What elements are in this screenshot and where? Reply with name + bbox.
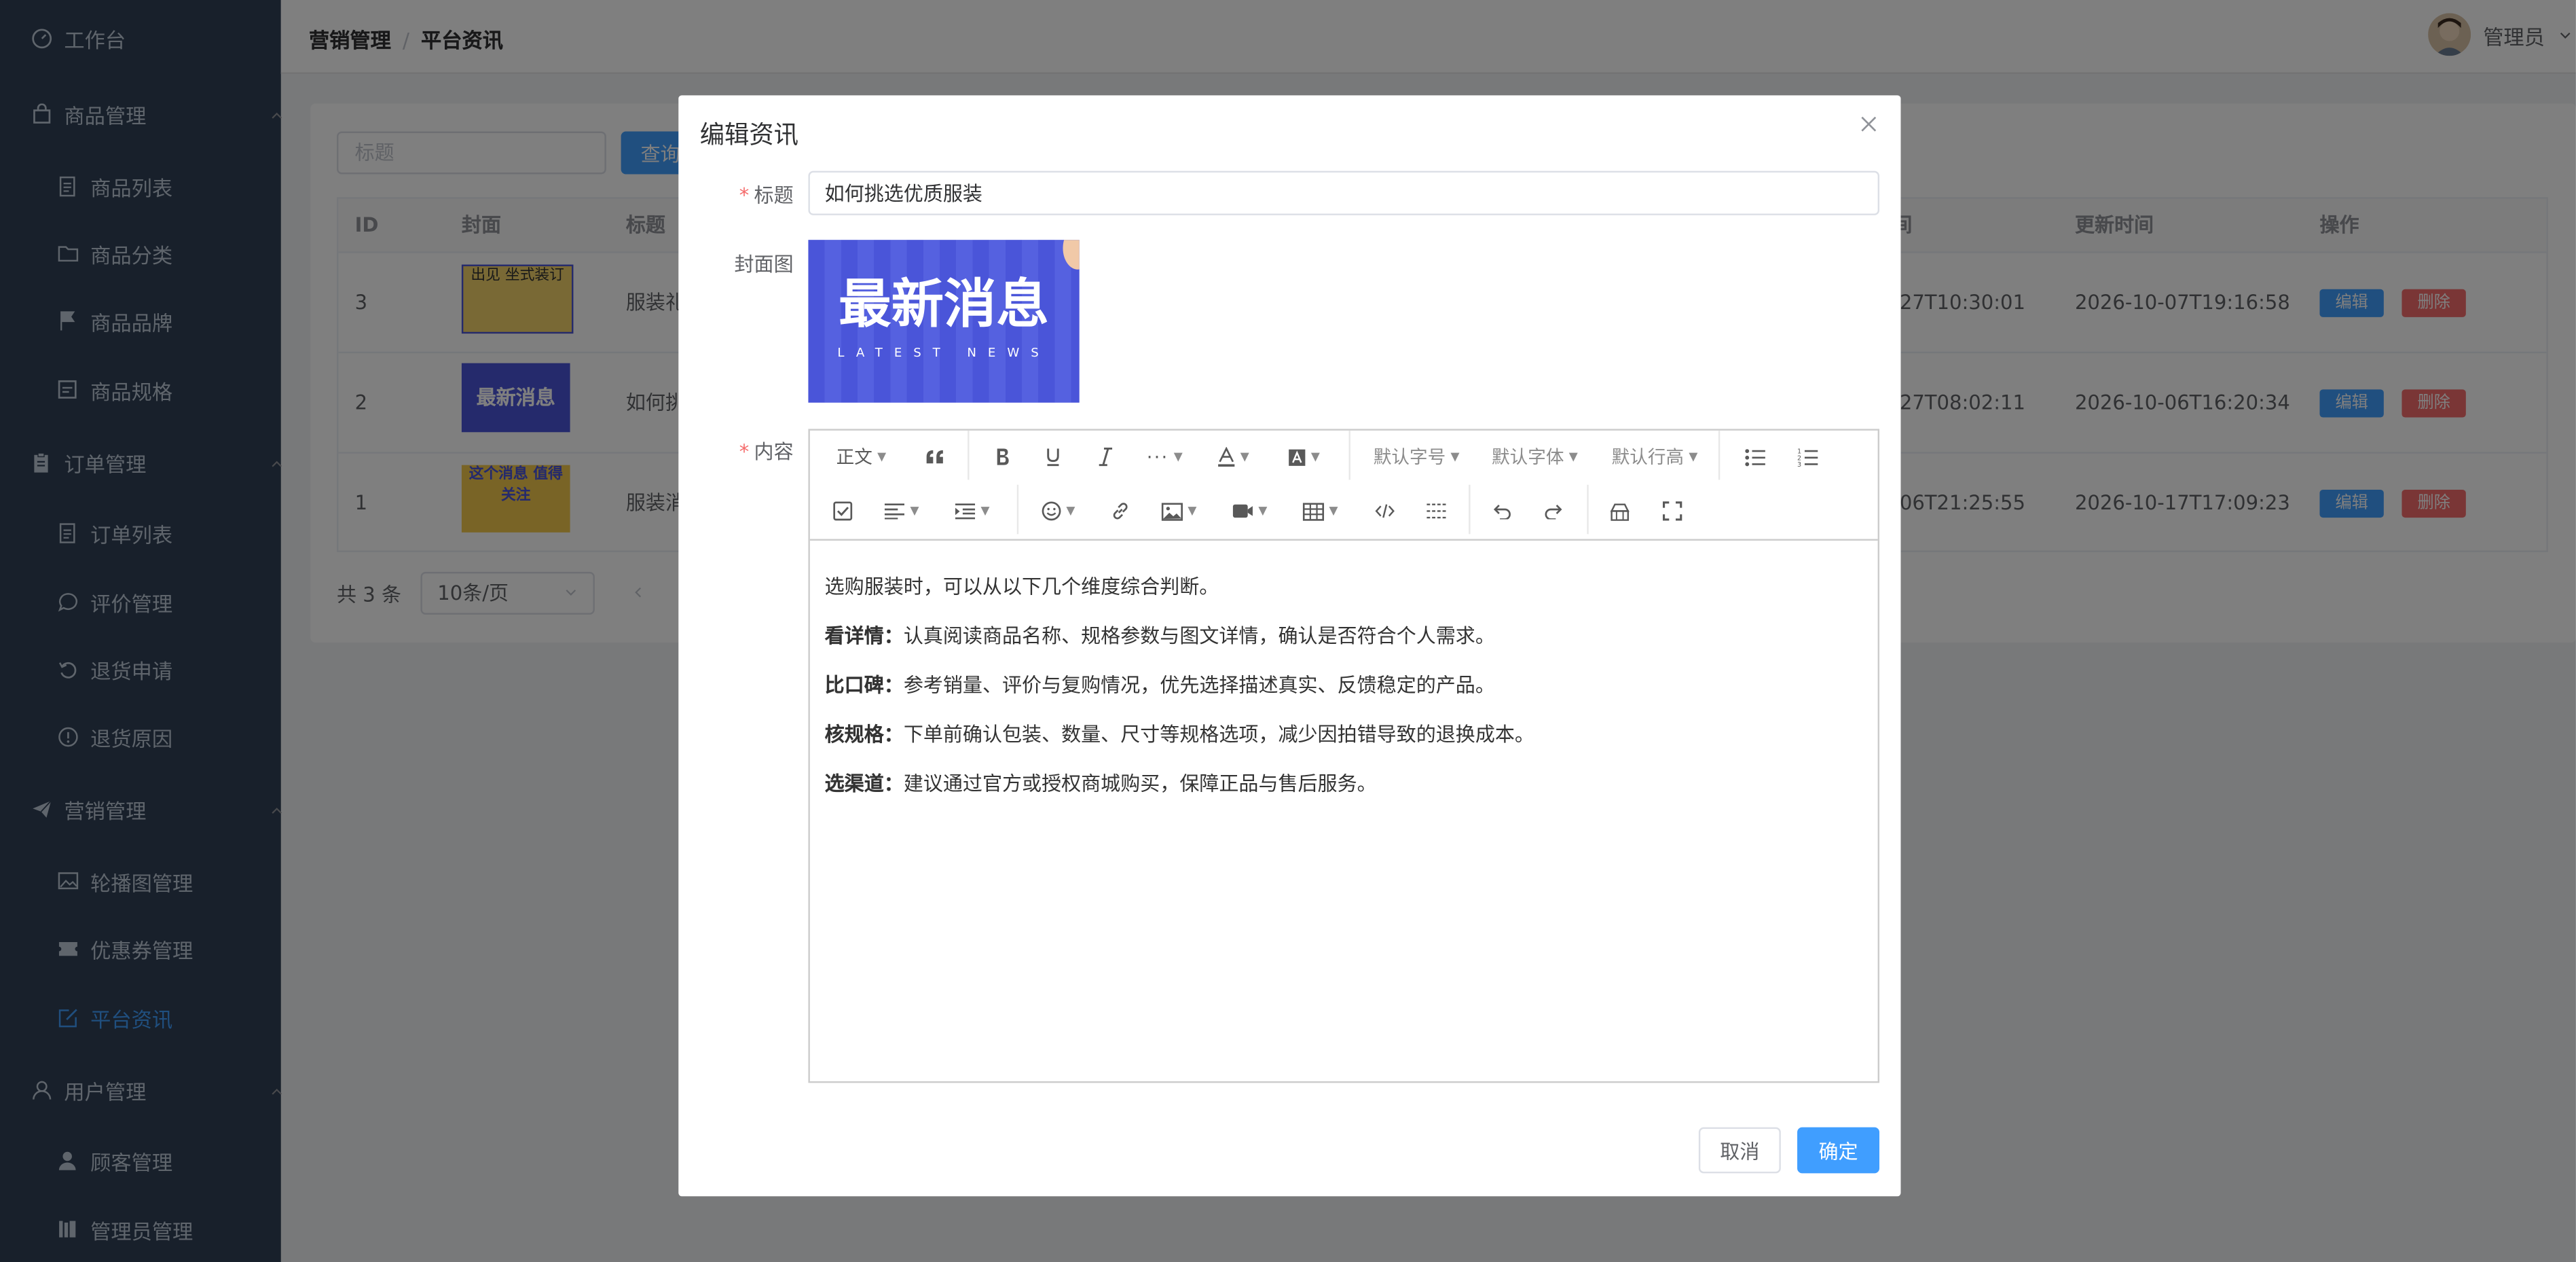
blockquote-icon[interactable] (925, 442, 944, 472)
video-insert-icon[interactable]: ▼ (1232, 497, 1267, 526)
italic-icon[interactable] (1097, 442, 1114, 472)
confirm-button[interactable]: 确定 (1797, 1127, 1880, 1174)
dialog-title: 编辑资讯 (699, 120, 798, 150)
background-color-icon[interactable]: ▼ (1288, 442, 1320, 472)
code-icon[interactable] (1375, 497, 1395, 526)
clear-format-icon[interactable] (1610, 497, 1630, 526)
title-input[interactable] (808, 170, 1880, 215)
numbered-list-icon[interactable]: 123 (1797, 442, 1818, 472)
cancel-button[interactable]: 取消 (1698, 1127, 1781, 1174)
edit-news-dialog: 编辑资讯 *标题 封面图 最新消息 LATEST NEWS *内容 正文▼ ··… (678, 95, 1901, 1197)
indent-icon[interactable]: ▼ (955, 497, 990, 526)
title-field-label: * 标题 (739, 183, 794, 207)
required-asterisk: * (739, 440, 750, 464)
content-field-label: * 内容 (739, 440, 794, 464)
editor-toolbar: 正文 ▼ ··· ▼ ▼ ▼ 默认字号 ▼ 默认字体 ▼ 默认行高 ▼ 123 ▼ ▼ (809, 430, 1878, 541)
align-left-icon[interactable]: ▼ (884, 497, 919, 526)
caret-down-icon: ▼ (877, 450, 887, 464)
rich-text-editor: 正文 ▼ ··· ▼ ▼ ▼ 默认字号 ▼ 默认字体 ▼ 默认行高 ▼ 123 ▼ ▼ (808, 429, 1880, 1083)
cover-image-upload[interactable]: 最新消息 LATEST NEWS (808, 240, 1080, 403)
link-icon[interactable] (1111, 497, 1130, 526)
bullet-list-icon[interactable] (1745, 442, 1766, 472)
font-color-icon[interactable]: ▼ (1217, 442, 1249, 472)
cover-heading: 最新消息 (839, 272, 1049, 336)
underline-icon[interactable] (1045, 442, 1061, 472)
font-size-select[interactable]: 默认字号 ▼ (1374, 442, 1460, 472)
cover-field-label: 封面图 (734, 253, 794, 276)
undo-icon[interactable] (1492, 497, 1511, 526)
paragraph-select[interactable]: 正文 ▼ (836, 442, 887, 472)
more-styles-icon[interactable]: ··· ▼ (1147, 442, 1183, 472)
todo-checkbox-icon[interactable] (833, 497, 853, 526)
content-intro: 选购服装时，可以从以下几个维度综合判断。 (824, 575, 1219, 598)
close-icon[interactable] (1860, 113, 1878, 140)
svg-text:3: 3 (1797, 461, 1801, 467)
image-insert-icon[interactable]: ▼ (1161, 497, 1196, 526)
cover-subheading: LATEST NEWS (837, 345, 1050, 360)
table-insert-icon[interactable]: ▼ (1302, 497, 1338, 526)
bold-icon[interactable] (994, 442, 1010, 472)
content-point: 看详情：认真阅读商品名称、规格参数与图文详情，确认是否符合个人需求。 (824, 624, 1495, 648)
emoji-icon[interactable]: ▼ (1042, 497, 1075, 526)
editor-content[interactable]: 选购服装时，可以从以下几个维度综合判断。 看详情：认真阅读商品名称、规格参数与图… (825, 562, 1860, 808)
divider-line-icon[interactable] (1426, 497, 1447, 526)
font-family-select[interactable]: 默认字体 ▼ (1492, 442, 1578, 472)
content-point: 核规格：下单前确认包装、数量、尺寸等规格选项，减少因拍错导致的退换成本。 (824, 723, 1534, 746)
redo-icon[interactable] (1544, 497, 1564, 526)
line-height-select[interactable]: 默认行高 ▼ (1612, 442, 1698, 472)
content-point: 比口碑：参考销量、评价与复购情况，优先选择描述真实、反馈稳定的产品。 (824, 673, 1495, 697)
required-asterisk: * (739, 183, 750, 207)
content-point: 选渠道：建议通过官方或授权商城购买，保障正品与售后服务。 (824, 772, 1377, 795)
fullscreen-icon[interactable] (1662, 497, 1682, 526)
